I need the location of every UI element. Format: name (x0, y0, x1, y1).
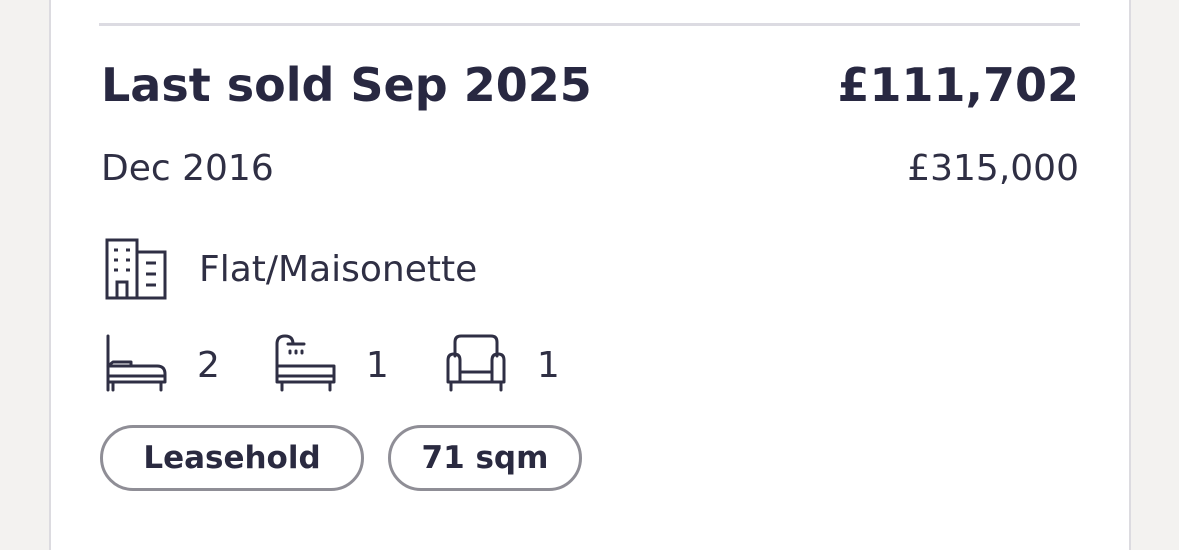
floor-area-tag: 71 sqm (388, 425, 582, 491)
property-features-row: 2 1 1 (105, 334, 560, 396)
bed-icon (105, 334, 167, 396)
previous-sale-date: Dec 2016 (101, 148, 274, 189)
reception-rooms-count: 1 (536, 344, 560, 386)
last-sold-price: £111,702 (837, 58, 1079, 112)
armchair-icon (445, 334, 507, 396)
property-type-label: Flat/Maisonette (199, 248, 478, 290)
last-sold-title: Last sold Sep 2025 (101, 58, 592, 112)
bathrooms-feature: 1 (274, 334, 445, 396)
bath-icon (274, 334, 336, 396)
property-type-row: Flat/Maisonette (105, 238, 477, 300)
building-icon (105, 238, 167, 300)
tenure-tag: Leasehold (100, 425, 364, 491)
property-tags: Leasehold 71 sqm (100, 425, 582, 491)
section-divider (99, 23, 1080, 26)
last-sold-row: Last sold Sep 2025 £111,702 (101, 58, 1079, 112)
bedrooms-feature: 2 (105, 334, 274, 396)
previous-sale-row: Dec 2016 £315,000 (101, 148, 1079, 189)
reception-rooms-feature: 1 (445, 334, 560, 396)
bathrooms-count: 1 (365, 344, 389, 386)
bedrooms-count: 2 (197, 344, 220, 386)
sold-history-card: Last sold Sep 2025 £111,702 Dec 2016 £31… (49, 0, 1131, 550)
previous-sale-price: £315,000 (907, 148, 1079, 189)
